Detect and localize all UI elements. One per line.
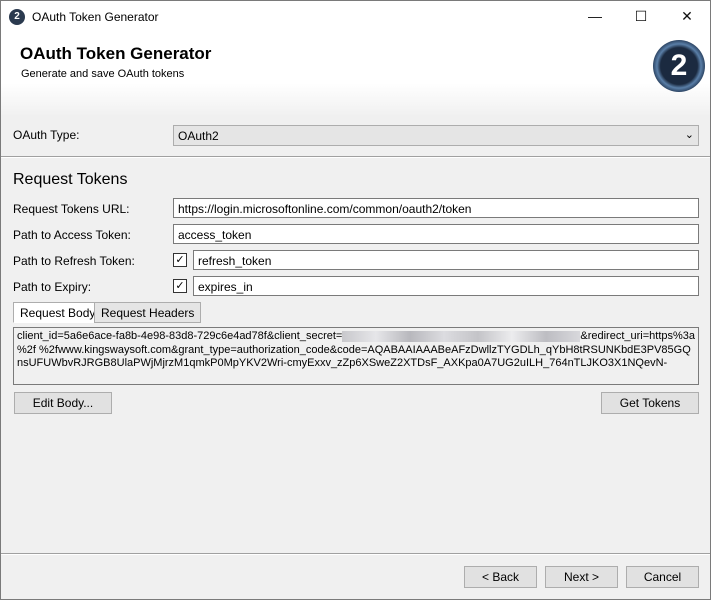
footer-divider: [1, 553, 710, 555]
back-button[interactable]: < Back: [464, 566, 537, 588]
redacted-secret: [342, 330, 581, 342]
oauth-type-select[interactable]: OAuth2 ⌄: [173, 125, 699, 146]
oauth-logo: 2: [653, 40, 705, 92]
app-window: 2 OAuth Token Generator — ☐ ✕ OAuth Toke…: [0, 0, 711, 600]
app-icon: 2: [9, 9, 25, 25]
body-text-start: client_id=5a6e6ace-fa8b-4e98-83d8-729c6e…: [17, 330, 343, 342]
page-subtitle: Generate and save OAuth tokens: [21, 68, 185, 80]
section-title: Request Tokens: [13, 171, 128, 188]
oauth-type-label: OAuth Type:: [13, 128, 80, 142]
close-button[interactable]: ✕: [664, 1, 710, 32]
request-body-text[interactable]: client_id=5a6e6ace-fa8b-4e98-83d8-729c6e…: [13, 327, 699, 385]
request-url-input[interactable]: https://login.microsoftonline.com/common…: [173, 198, 699, 218]
tab-request-headers[interactable]: Request Headers: [94, 302, 202, 323]
divider: [1, 156, 710, 158]
expiry-label: Path to Expiry:: [13, 280, 92, 294]
refresh-token-input[interactable]: refresh_token: [193, 250, 699, 270]
wizard-header: OAuth Token Generator Generate and save …: [1, 32, 710, 117]
maximize-button[interactable]: ☐: [618, 1, 664, 32]
tab-request-body[interactable]: Request Body: [13, 302, 103, 323]
url-label: Request Tokens URL:: [13, 202, 130, 216]
access-token-label: Path to Access Token:: [13, 228, 131, 242]
cancel-button[interactable]: Cancel: [626, 566, 699, 588]
get-tokens-button[interactable]: Get Tokens: [601, 392, 699, 414]
next-button[interactable]: Next >: [545, 566, 618, 588]
window-title: OAuth Token Generator: [32, 10, 159, 24]
expiry-checkbox[interactable]: ✓: [173, 279, 187, 293]
chevron-down-icon: ⌄: [684, 129, 694, 141]
minimize-button[interactable]: —: [572, 1, 618, 32]
page-title: OAuth Token Generator: [20, 44, 212, 63]
edit-body-button[interactable]: Edit Body...: [14, 392, 112, 414]
access-token-input[interactable]: access_token: [173, 224, 699, 244]
oauth-type-value: OAuth2: [178, 129, 219, 143]
title-bar: 2 OAuth Token Generator — ☐ ✕: [1, 1, 710, 32]
expiry-input[interactable]: expires_in: [193, 276, 699, 296]
refresh-token-checkbox[interactable]: ✓: [173, 253, 187, 267]
refresh-token-label: Path to Refresh Token:: [13, 254, 135, 268]
